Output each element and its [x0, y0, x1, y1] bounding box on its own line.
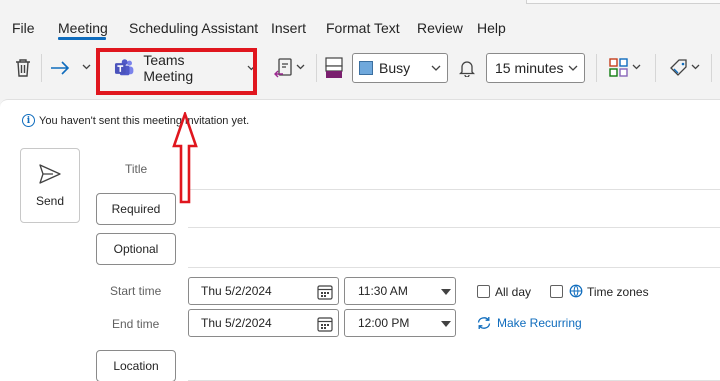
chevron-down-icon [441, 321, 451, 327]
globe-icon [569, 284, 583, 298]
teams-meeting-highlight-box [96, 48, 257, 95]
show-as-value: Busy [379, 60, 411, 76]
info-icon: i [22, 114, 35, 127]
busy-color-swatch [359, 61, 373, 75]
policy-dropdown-button[interactable] [689, 60, 701, 74]
trash-icon [16, 59, 30, 77]
policy-button[interactable] [668, 57, 690, 79]
send-button[interactable]: Send [20, 148, 80, 223]
end-time-value: 12:00 PM [358, 316, 410, 330]
reminder-dropdown[interactable]: 15 minutes [486, 53, 585, 83]
tab-help[interactable]: Help [477, 20, 506, 36]
tag-icon [670, 59, 687, 76]
all-day-label: All day [495, 285, 532, 299]
forward-button[interactable] [48, 56, 72, 80]
all-day-checkbox[interactable] [477, 285, 490, 298]
reminder-value: 15 minutes [495, 60, 564, 76]
tab-review[interactable]: Review [417, 20, 463, 36]
chevron-down-icon [691, 64, 699, 70]
start-time-dropdown[interactable]: 11:30 AM [344, 277, 456, 305]
time-zones-checkbox[interactable] [550, 285, 563, 298]
calendar-icon[interactable] [317, 316, 333, 332]
title-input-underline[interactable] [188, 189, 720, 190]
make-recurring-link[interactable]: Make Recurring [476, 316, 582, 330]
cancel-invitation-icon [274, 58, 292, 78]
chevron-down-icon [441, 289, 451, 295]
active-tab-indicator [58, 37, 106, 40]
chevron-down-icon [632, 64, 640, 70]
tab-meeting[interactable]: Meeting [58, 20, 108, 36]
tab-scheduling-assistant[interactable]: Scheduling Assistant [129, 20, 258, 36]
tab-format-text[interactable]: Format Text [326, 20, 400, 36]
annotation-arrow-up-icon [172, 112, 198, 204]
chevron-down-icon [568, 65, 578, 71]
categorize-button[interactable] [608, 57, 630, 79]
menu-bar: File Meeting Scheduling Assistant Insert… [0, 0, 720, 44]
optional-input-underline[interactable] [188, 267, 720, 268]
required-label: Required [111, 202, 161, 216]
make-recurring-label: Make Recurring [497, 316, 582, 330]
send-label: Send [35, 194, 65, 208]
start-date-value: Thu 5/2/2024 [201, 284, 272, 298]
cancel-invitation-button[interactable] [272, 56, 294, 80]
chevron-down-icon [431, 65, 441, 71]
bell-icon [459, 61, 475, 77]
start-date-input[interactable]: Thu 5/2/2024 [188, 277, 339, 305]
show-as-dropdown[interactable]: Busy [352, 53, 448, 83]
optional-label: Optional [113, 242, 159, 256]
tab-file[interactable]: File [12, 20, 35, 36]
optional-attendees-button[interactable]: Optional [96, 233, 176, 265]
info-bar: i You haven't sent this meeting invitati… [22, 114, 249, 127]
start-time-label: Start time [110, 284, 162, 298]
info-message: You haven't sent this meeting invitation… [39, 114, 250, 127]
chevron-down-icon [82, 64, 90, 70]
show-as-icon-button [324, 56, 344, 80]
reminder-icon-button [457, 57, 477, 79]
end-time-label: End time [112, 317, 160, 331]
required-input-underline[interactable] [188, 227, 720, 228]
delete-button[interactable] [12, 56, 34, 80]
location-label: Location [113, 359, 159, 373]
end-time-dropdown[interactable]: 12:00 PM [344, 309, 456, 337]
forward-dropdown-button[interactable] [80, 60, 92, 74]
title-label: Title [125, 162, 148, 176]
calendar-icon[interactable] [317, 284, 333, 300]
chevron-down-icon [296, 64, 304, 70]
location-button[interactable]: Location [96, 350, 176, 381]
end-date-value: Thu 5/2/2024 [201, 316, 272, 330]
categorize-icon [609, 58, 628, 77]
end-date-input[interactable]: Thu 5/2/2024 [188, 309, 339, 337]
cancel-dropdown-button[interactable] [294, 60, 306, 74]
send-icon [39, 164, 61, 184]
time-zones-label: Time zones [587, 285, 649, 299]
busy-status-icon [325, 57, 343, 78]
required-attendees-button[interactable]: Required [96, 193, 176, 225]
recurring-icon [477, 317, 491, 329]
start-time-value: 11:30 AM [358, 284, 408, 298]
categorize-dropdown-button[interactable] [630, 60, 642, 74]
forward-arrow-icon [51, 61, 70, 75]
tab-insert[interactable]: Insert [271, 20, 306, 36]
